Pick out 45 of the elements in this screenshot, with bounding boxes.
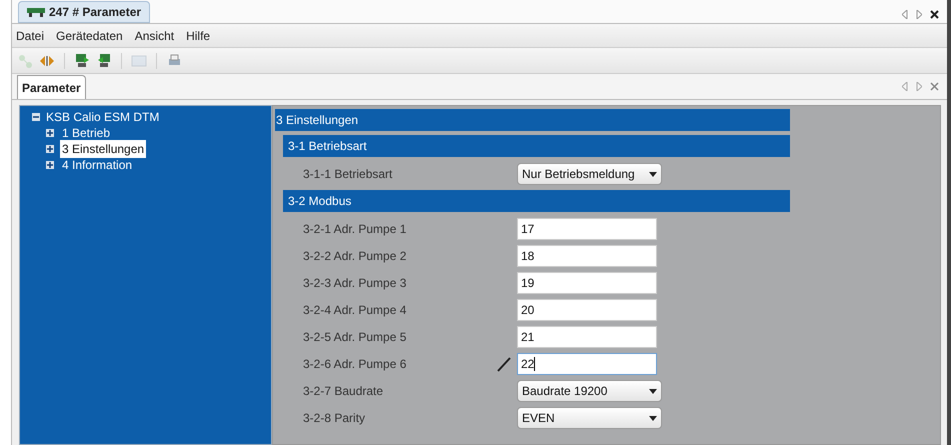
right-arrow-icon[interactable] <box>916 10 922 19</box>
dropdown[interactable]: Nur Betriebsmeldung <box>517 163 662 185</box>
tree-item[interactable]: 3 Einstellungen <box>60 140 146 158</box>
expand-icon[interactable] <box>46 145 54 153</box>
input-field[interactable]: 17 <box>517 218 657 240</box>
field-label: 3-2-7 Baudrate <box>303 383 384 400</box>
caret-icon <box>649 172 657 176</box>
dropdown[interactable]: EVEN <box>517 407 662 429</box>
field-label: 3-2-2 Adr. Pumpe 2 <box>303 248 408 265</box>
section-header: 3 Einstellungen <box>275 109 790 131</box>
computer-upload-icon[interactable] <box>73 52 91 70</box>
field-label: 3-1-1 Betriebsart <box>303 166 394 183</box>
text-cursor <box>534 357 536 371</box>
close-icon[interactable] <box>930 10 939 19</box>
field-label: 3-2-6 Adr. Pumpe 6 <box>303 356 408 373</box>
window-title: 247 # Parameter <box>49 4 142 21</box>
left-arrow-icon[interactable] <box>902 10 908 19</box>
device-icon <box>27 8 45 16</box>
collapse-icon[interactable] <box>32 113 40 121</box>
tab[interactable]: Parameter <box>17 75 86 99</box>
input-field[interactable]: 22 <box>517 353 657 375</box>
dropdown[interactable]: Baudrate 19200 <box>517 380 662 402</box>
input-field[interactable]: 20 <box>517 299 657 321</box>
input-field[interactable]: 18 <box>517 245 657 267</box>
menu-item[interactable]: Datei <box>16 26 44 44</box>
input-field[interactable]: 19 <box>517 272 657 294</box>
group-header: 3-1 Betriebsart <box>283 135 790 157</box>
menu-item[interactable]: Ansicht <box>134 26 174 44</box>
tree-item[interactable]: KSB Calio ESM DTM <box>46 108 160 126</box>
input-field[interactable]: 21 <box>517 326 657 348</box>
field-label: 3-2-8 Parity <box>303 410 366 427</box>
window-tab[interactable]: 247 # Parameter <box>18 1 150 23</box>
tree-item[interactable]: 1 Betrieb <box>60 124 112 142</box>
expand-icon[interactable] <box>46 161 54 169</box>
field-label: 3-2-1 Adr. Pumpe 1 <box>303 221 408 238</box>
caret-icon <box>649 388 657 394</box>
menu-item[interactable]: Hilfe <box>186 26 210 44</box>
group-header: 3-2 Modbus <box>283 190 790 212</box>
menu-item[interactable]: Gerätedaten <box>56 26 123 44</box>
caret-icon <box>649 416 657 420</box>
field-label: 3-2-5 Adr. Pumpe 5 <box>303 329 408 346</box>
field-label: 3-2-4 Adr. Pumpe 4 <box>303 302 408 319</box>
expand-icon[interactable] <box>46 129 54 137</box>
tree-item[interactable]: 4 Information <box>60 156 134 174</box>
field-label: 3-2-3 Adr. Pumpe 3 <box>303 275 408 292</box>
